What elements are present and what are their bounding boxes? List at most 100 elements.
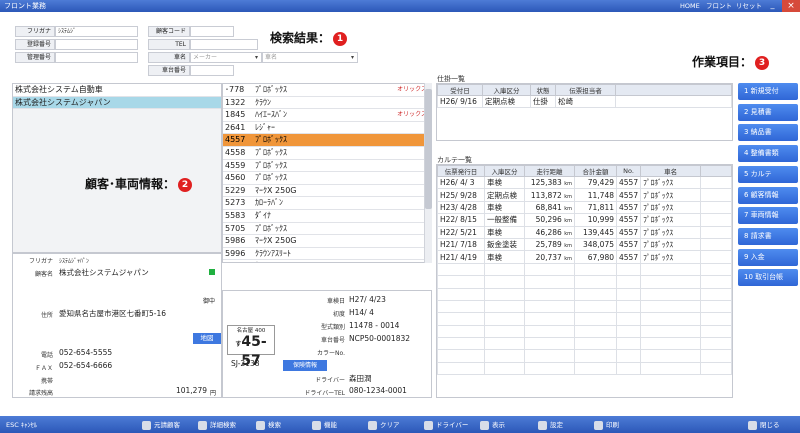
karte-table: 伝票発行日 入庫区分 走行距離 合計金額 No. 車名 H26/ 4/ 3 車検 125,38…: [437, 165, 732, 376]
vehicle-list-item[interactable]: 5229 ﾏｰｸX 250G: [223, 185, 431, 198]
table-row[interactable]: H22/ 8/15 一般整備 50,296 km 10,999 4557 ﾌﾟﾛﾎﾞｯｸｽ: [437, 213, 732, 227]
footer-button-8[interactable]: 設定: [538, 419, 563, 431]
customer-list-item-selected[interactable]: 株式会社システムジャパン: [13, 96, 221, 110]
work-col-date[interactable]: 受付日: [437, 84, 483, 96]
karte-col-type[interactable]: 入庫区分: [484, 165, 525, 177]
vehicle-list-item[interactable]: 4558 ﾌﾟﾛﾎﾞｯｸｽ: [223, 147, 431, 160]
footer-button-2[interactable]: 詳細検索: [198, 419, 236, 431]
vehicle-list: ･778 ﾌﾟﾛﾎﾞｯｸｽ オリックス 1322 ｸﾗｳﾝ 1845 ﾊｲｴｰｽﾊﾞﾝ オリッ…: [222, 83, 432, 263]
vehicle-list-item[interactable]: 4560 ﾌﾟﾛﾎﾞｯｸｽ: [223, 172, 431, 185]
maker-select[interactable]: メーカー ▾: [190, 52, 262, 63]
front-button[interactable]: フロント: [706, 1, 732, 11]
reset-button[interactable]: リセット: [736, 1, 762, 11]
vehicle-list-item[interactable]: 5705 ﾌﾟﾛﾎﾞｯｸｽ: [223, 223, 431, 236]
vehicle-list-item[interactable]: 1322 ｸﾗｳﾝ: [223, 97, 431, 110]
work-item-button-3[interactable]: 3 納品書: [738, 124, 798, 142]
footer-button-5[interactable]: クリア: [368, 419, 400, 431]
vehicle-name: ﾌﾟﾛﾎﾞｯｸｽ: [255, 147, 287, 157]
car-name-select[interactable]: 車名 ▾: [262, 52, 358, 63]
work-col-staff[interactable]: 伝票担当者: [555, 84, 616, 96]
vehicle-list-item[interactable]: 5986 ﾏｰｸX 250G: [223, 235, 431, 248]
footer-button-7[interactable]: 表示: [480, 419, 505, 431]
map-button[interactable]: 地図: [193, 333, 221, 344]
management-number-input[interactable]: [55, 52, 138, 63]
vehicle-list-item[interactable]: 5583 ﾀﾞｲﾅ: [223, 210, 431, 223]
karte-mileage-cell: 125,383 km: [524, 175, 575, 190]
vehicle-list-item[interactable]: 5996 ｸﾗｳﾝｱｽﾘｰﾄ: [223, 248, 431, 261]
work-item-button-5[interactable]: 5 カルテ: [738, 165, 798, 183]
customer-name-label: 顧客名: [34, 271, 53, 278]
table-row[interactable]: H25/ 9/28 定期点検 113,872 km 11,748 4557 ﾌﾟﾛﾎﾞｯｸ…: [437, 188, 732, 202]
work-item-button-6[interactable]: 6 顧客情報: [738, 186, 798, 204]
karte-col-total[interactable]: 合計金額: [574, 165, 617, 177]
table-row[interactable]: H21/ 4/19 車検 20,737 km 67,980 4557 ﾌﾟﾛﾎﾞｯｸｽ: [437, 250, 732, 264]
vehicle-list-item-selected[interactable]: 4557 ﾌﾟﾛﾎﾞｯｸｽ: [223, 134, 431, 147]
work-item-button-9[interactable]: 9 入金: [738, 248, 798, 266]
table-row[interactable]: H21/ 7/18 鈑金塗装 25,789 km 348,075 4557 ﾌﾟﾛﾎﾞｯｸ…: [437, 237, 732, 252]
table-row[interactable]: H26/ 9/16 定期点検 仕掛 松崎: [437, 94, 732, 109]
karte-type: 車検: [484, 250, 525, 264]
chassis-number-input[interactable]: [190, 65, 234, 76]
vehicle-list-item[interactable]: 5273 ｶﾛｰﾗﾊﾞﾝ: [223, 197, 431, 210]
esc-cancel-button[interactable]: ESC ｷｬﾝｾﾙ: [6, 419, 37, 431]
vehicle-no: 5229: [225, 185, 246, 195]
work-item-button-1[interactable]: 1 新規受付: [738, 83, 798, 100]
work-col-type[interactable]: 入庫区分: [482, 84, 531, 96]
table-row[interactable]: H26/ 4/ 3 車検 125,383 km 79,429 4557 ﾌﾟﾛﾎﾞｯｸｽ: [437, 175, 732, 190]
close-window-button[interactable]: ×: [782, 0, 800, 12]
karte-no: 4557: [615, 237, 642, 252]
footer-button-6[interactable]: ドライバー: [424, 419, 468, 431]
driver-tel-label: ドライバーTEL: [304, 390, 345, 397]
insurance-info-button[interactable]: 保険情報: [283, 360, 327, 371]
tel-input[interactable]: [190, 39, 258, 50]
work-item-button-2[interactable]: 2 見積書: [738, 103, 798, 121]
work-item-button-10[interactable]: 10 取引台帳: [738, 269, 798, 287]
vehicle-list-item[interactable]: 4559 ﾌﾟﾛﾎﾞｯｸｽ: [223, 160, 431, 173]
model-code: 11478 - 0014: [349, 321, 400, 330]
footer-button-3[interactable]: 検索: [256, 419, 281, 431]
footer-button-4[interactable]: 機能: [312, 419, 337, 431]
balance-unit: 円: [210, 390, 217, 397]
work-item-button-8[interactable]: 8 請求書: [738, 227, 798, 245]
customer-code-input[interactable]: [190, 26, 234, 37]
inspection-label: 車検日: [326, 298, 345, 305]
karte-col-no[interactable]: No.: [615, 165, 642, 177]
scrollbar-thumb[interactable]: [425, 89, 432, 209]
karte-col-date[interactable]: 伝票発行日: [437, 165, 485, 177]
vehicle-list-scrollbar[interactable]: [424, 83, 432, 263]
registration-number-input[interactable]: [55, 39, 138, 50]
minimize-button[interactable]: _: [764, 0, 781, 12]
work-item-button-4[interactable]: 4 整備書類: [738, 145, 798, 163]
close-button[interactable]: 閉じる: [748, 419, 780, 431]
karte-col-mileage[interactable]: 走行距離: [524, 165, 575, 177]
furigana-search-input[interactable]: ｼｽﾃﾑｼﾞ: [55, 26, 138, 37]
customer-list-item[interactable]: 株式会社システム自動車: [13, 84, 221, 97]
vehicle-list-item[interactable]: 1845 ﾊｲｴｰｽﾊﾞﾝ オリックス: [223, 109, 431, 122]
home-button[interactable]: HOME: [680, 1, 700, 11]
karte-col-carname[interactable]: 車名: [640, 165, 702, 177]
work-cell: 定期点検: [482, 94, 531, 109]
work-col-status[interactable]: 状態: [530, 84, 556, 96]
karte-date: H26/ 4/ 3: [437, 175, 485, 190]
vehicle-list-item[interactable]: ･778 ﾌﾟﾛﾎﾞｯｸｽ オリックス: [223, 84, 431, 97]
vehicle-name: ﾏｰｸX 250G: [255, 236, 297, 246]
karte-mileage-cell: 20,737 km: [524, 250, 575, 264]
work-item-button-7[interactable]: 7 車両情報: [738, 207, 798, 225]
furigana-label: フリガナ: [15, 26, 55, 37]
table-row[interactable]: H23/ 4/28 車検 68,841 km 71,811 4557 ﾌﾟﾛﾎﾞｯｸｽ: [437, 200, 732, 215]
work-list-table: 受付日 入庫区分 状態 伝票担当者 H26/ 9/16 定期点検 仕掛 松崎: [437, 84, 732, 109]
footer-button-9[interactable]: 印刷: [594, 419, 619, 431]
empty-row: [437, 361, 732, 376]
karte-mileage-cell: 50,296 km: [524, 213, 575, 227]
vehicle-list-item[interactable]: 2641 ﾚｼﾞｬｰ: [223, 122, 431, 135]
vehicle-list-item[interactable]: 6702ｳｨｯｼｭ: [223, 260, 431, 262]
first-registration-label: 初度: [332, 311, 345, 318]
vehicle-detail: 名古屋 400 す45-57 SJ-2138 車検日 H27/ 4/23 初度 …: [222, 290, 432, 398]
karte-type: 鈑金塗装: [484, 237, 525, 252]
vehicle-no: 5273: [225, 198, 246, 208]
first-registration: H14/ 4: [349, 308, 374, 317]
chassis-short: SJ-2138: [231, 359, 260, 368]
chevron-down-icon: ▾: [254, 54, 258, 61]
table-row[interactable]: H22/ 5/21 車検 46,286 km 139,445 4557 ﾌﾟﾛﾎﾞｯｸｽ: [437, 225, 732, 239]
footer-button-1[interactable]: 元請顧客: [142, 419, 180, 431]
